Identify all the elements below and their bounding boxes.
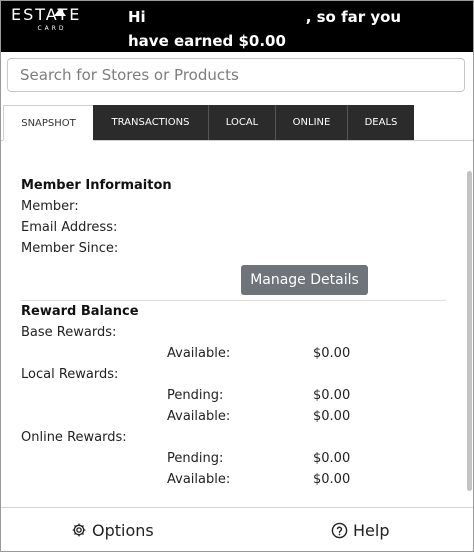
earnings-greeting: Hi , so far you have earned $0.00 <box>128 5 448 53</box>
local-rewards-label: Local Rewards: <box>21 367 119 382</box>
scrollbar-thumb[interactable] <box>467 171 472 491</box>
help-button[interactable]: Help <box>331 516 389 544</box>
tab-local[interactable]: LOCAL <box>209 105 275 140</box>
options-label: Options <box>92 520 154 540</box>
tab-snapshot[interactable]: SNAPSHOT <box>3 105 94 141</box>
online-available-value: $0.00 <box>313 472 351 487</box>
footer-bar: Options Help <box>1 507 473 551</box>
local-pending-value: $0.00 <box>313 388 351 403</box>
header-bar: ESTATE CARD Hi , so far you have earned $… <box>1 1 473 52</box>
logo-text: ESTATE <box>11 5 82 24</box>
email-label: Email Address: <box>21 220 118 235</box>
member-info-title: Member Informaiton <box>21 178 172 193</box>
online-available-label: Available: <box>167 472 231 487</box>
content-scrollbar[interactable] <box>465 156 472 491</box>
member-since-label: Member Since: <box>21 241 119 256</box>
section-divider <box>21 300 446 301</box>
manage-details-button[interactable]: Manage Details <box>241 265 368 295</box>
local-available-value: $0.00 <box>313 409 351 424</box>
tab-transactions[interactable]: TRANSACTIONS <box>93 105 208 140</box>
reward-balance-title: Reward Balance <box>21 304 139 319</box>
help-label: Help <box>353 520 390 540</box>
base-available-value: $0.00 <box>313 346 351 361</box>
logo-roof-icon <box>54 8 66 16</box>
local-pending-label: Pending: <box>167 388 224 403</box>
online-pending-value: $0.00 <box>313 451 351 466</box>
extension-popup: ESTATE CARD Hi , so far you have earned $… <box>0 0 474 552</box>
logo-subtext: CARD <box>37 25 67 32</box>
base-rewards-label: Base Rewards: <box>21 325 117 340</box>
base-available-label: Available: <box>167 346 231 361</box>
greeting-suffix: , so far you <box>305 8 402 26</box>
options-button[interactable]: Options <box>71 516 154 544</box>
greeting-prefix: Hi <box>128 8 146 26</box>
local-available-label: Available: <box>167 409 231 424</box>
gear-icon <box>72 523 86 537</box>
tab-deals[interactable]: DEALS <box>348 105 414 140</box>
online-pending-label: Pending: <box>167 451 224 466</box>
estate-card-logo: ESTATE CARD <box>11 7 93 33</box>
greeting-earned: have earned $0.00 <box>128 32 286 50</box>
search-input[interactable] <box>7 58 465 92</box>
tab-online[interactable]: ONLINE <box>276 105 347 140</box>
member-label: Member: <box>21 199 79 214</box>
online-rewards-label: Online Rewards: <box>21 430 127 445</box>
tab-bar: SNAPSHOT TRANSACTIONS LOCAL ONLINE DEALS <box>1 105 473 141</box>
question-circle-icon <box>331 522 348 538</box>
